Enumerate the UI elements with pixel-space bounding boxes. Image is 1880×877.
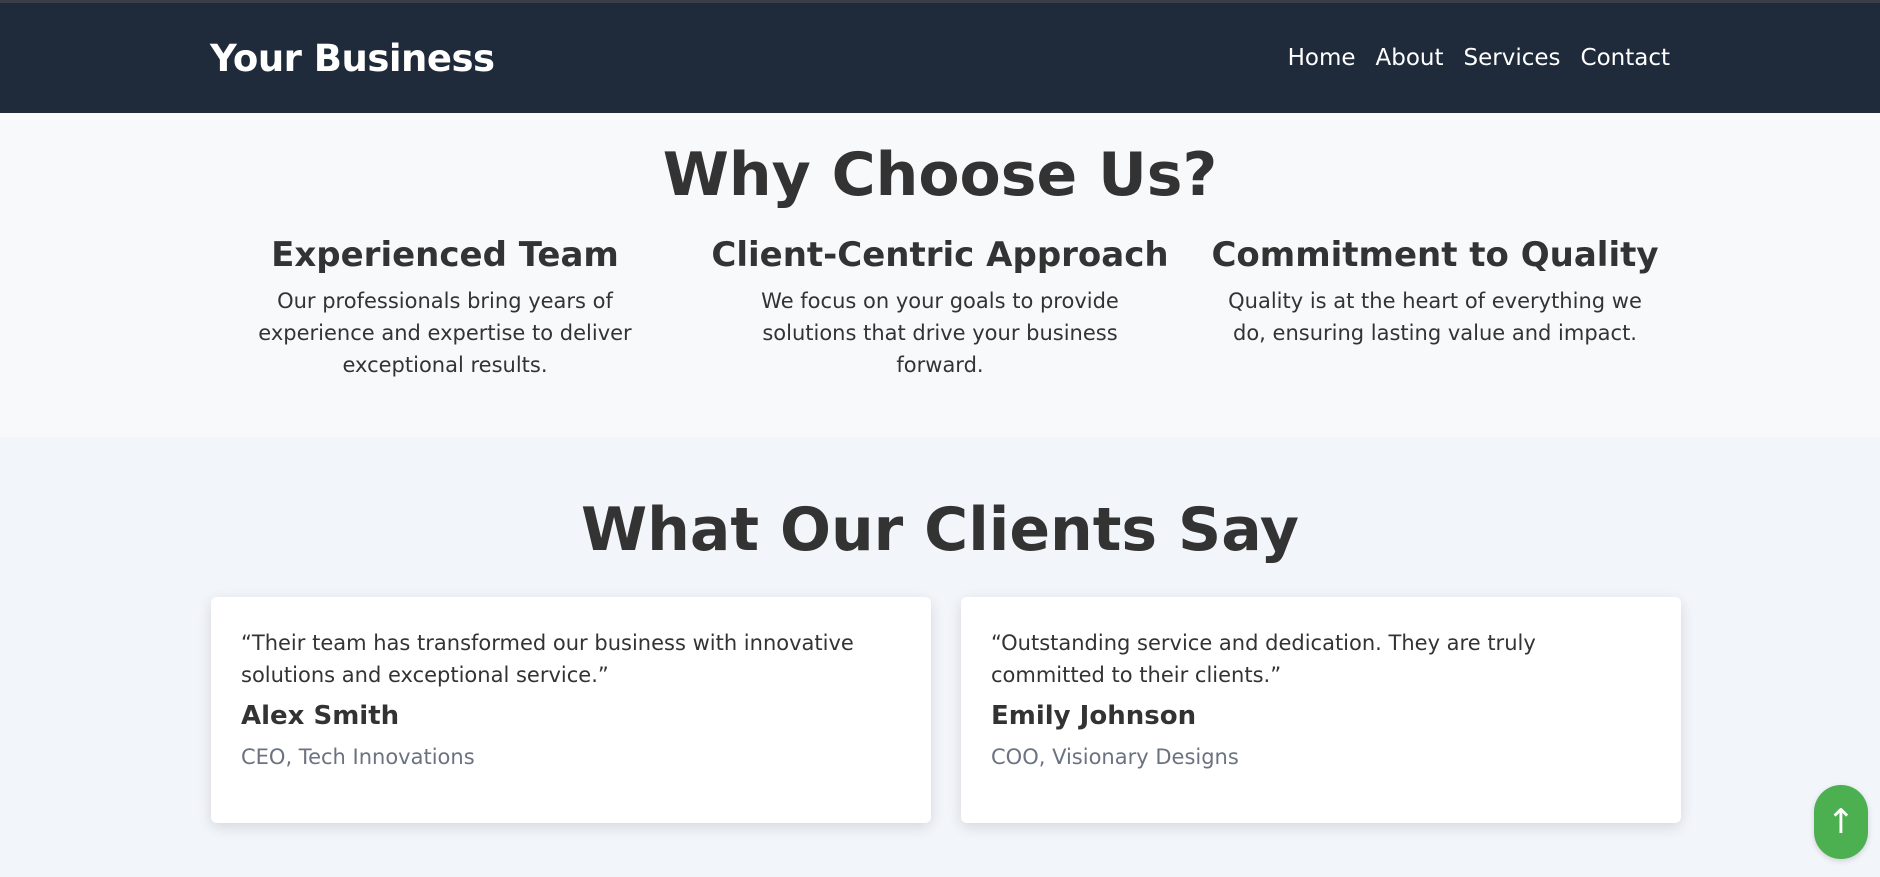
feature-description: Quality is at the heart of everything we… [1228, 289, 1642, 345]
client-name: Alex Smith [241, 701, 400, 731]
testimonial-list: “Their team has transformed our business… [211, 597, 1681, 823]
back-to-top-button[interactable]: ↑ [1814, 785, 1868, 859]
brand-logo-text[interactable]: Your Business [210, 37, 495, 80]
testimonial-card: “Their team has transformed our business… [211, 597, 931, 823]
testimonial-card: “Outstanding service and dedication. The… [961, 597, 1681, 823]
nav-link-services[interactable]: Services [1464, 45, 1561, 71]
client-name: Emily Johnson [991, 701, 1197, 731]
arrow-up-icon: ↑ [1826, 802, 1856, 842]
nav-link-contact[interactable]: Contact [1581, 45, 1670, 71]
client-role: CEO, Tech Innovations [241, 745, 475, 769]
feature-item: Commitment to Quality Quality is at the … [1200, 235, 1670, 381]
testimonial-quote: “Outstanding service and dedication. The… [991, 631, 1536, 687]
feature-title: Experienced Team [271, 235, 619, 275]
section-title: What Our Clients Say [581, 495, 1299, 565]
testimonials-section: What Our Clients Say “Their team has tra… [0, 437, 1880, 877]
why-choose-us-section: Why Choose Us? Experienced Team Our prof… [0, 113, 1880, 437]
feature-item: Client-Centric Approach We focus on your… [705, 235, 1175, 381]
feature-description: We focus on your goals to provide soluti… [761, 289, 1119, 377]
main-nav: Home About Services Contact [1288, 45, 1670, 71]
feature-item: Experienced Team Our professionals bring… [210, 235, 680, 381]
nav-link-home[interactable]: Home [1288, 45, 1356, 71]
feature-description: Our professionals bring years of experie… [258, 289, 632, 377]
feature-title: Client-Centric Approach [711, 235, 1169, 275]
site-header: Your Business Home About Services Contac… [0, 0, 1880, 113]
page: Your Business Home About Services Contac… [0, 0, 1880, 877]
client-role: COO, Visionary Designs [991, 745, 1239, 769]
nav-link-about[interactable]: About [1376, 45, 1444, 71]
feature-list: Experienced Team Our professionals bring… [210, 235, 1670, 381]
section-title: Why Choose Us? [662, 140, 1218, 210]
testimonial-quote: “Their team has transformed our business… [241, 631, 854, 687]
feature-title: Commitment to Quality [1211, 235, 1659, 275]
